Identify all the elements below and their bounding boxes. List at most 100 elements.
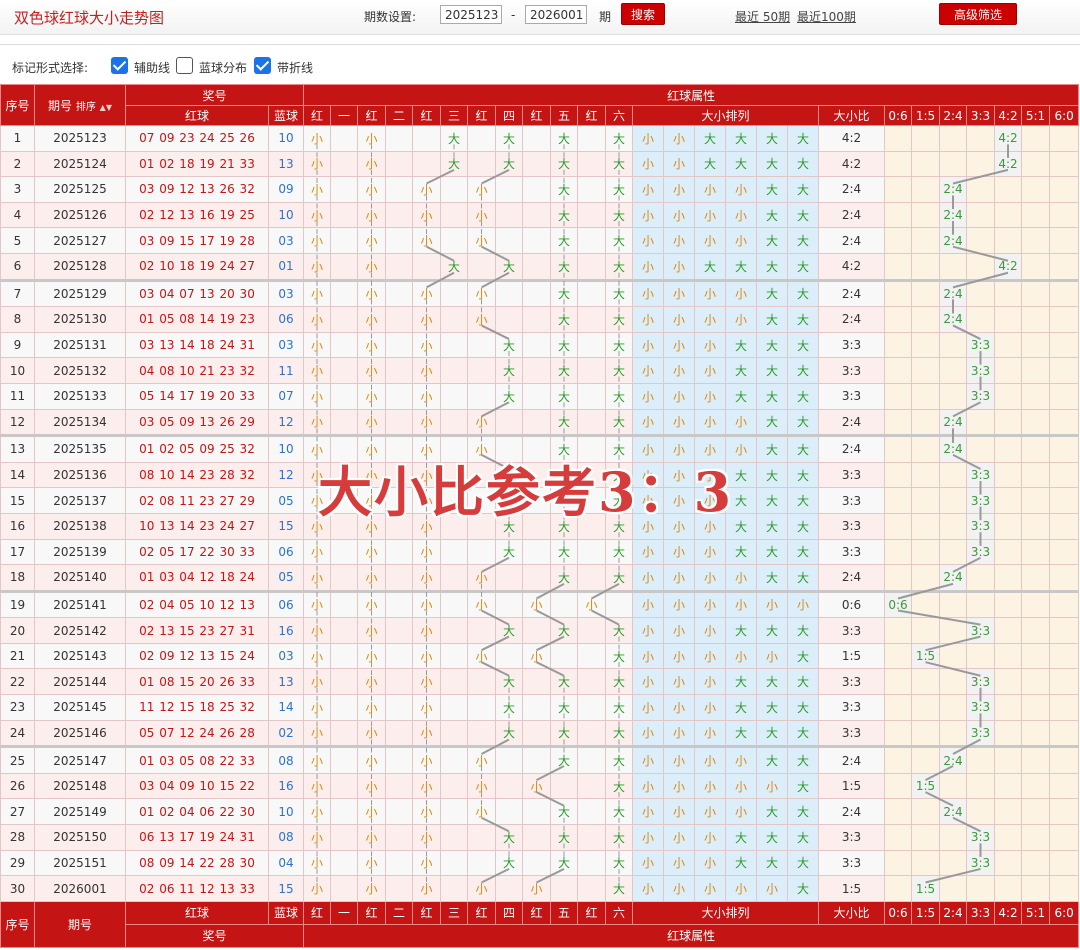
dist-cell-4: 4:2 bbox=[994, 150, 1023, 178]
pos-4-big-cell bbox=[550, 772, 579, 800]
col-pos-1: 一 bbox=[330, 105, 359, 126]
pos-0-big-cell bbox=[330, 227, 359, 254]
pos-1-big-cell bbox=[385, 512, 414, 540]
pos-2-big-cell bbox=[440, 772, 469, 800]
sort-label[interactable]: 排序 bbox=[76, 102, 96, 113]
dist-cell-1 bbox=[911, 617, 941, 644]
dist-cell-1: 1:5 bbox=[911, 772, 941, 800]
arrange-cell-3: 大 bbox=[725, 617, 758, 644]
pos-0-small-cell: 小 bbox=[303, 461, 332, 489]
dist-cell-6 bbox=[1049, 875, 1080, 902]
dist-cell-6 bbox=[1049, 331, 1080, 359]
arrange-cell-4: 小 bbox=[756, 642, 789, 670]
pos-0-small-cell: 小 bbox=[303, 252, 332, 281]
dist-cell-1 bbox=[911, 745, 941, 774]
pos-4-small-cell bbox=[522, 745, 552, 774]
dist-cell-1 bbox=[911, 461, 941, 489]
pos-4-small-cell bbox=[522, 694, 552, 721]
arrange-cell-2: 小 bbox=[694, 589, 727, 619]
arrange-cell-0: 小 bbox=[632, 487, 665, 514]
dist-cell-6 bbox=[1049, 487, 1080, 514]
period-to-input[interactable]: 2026001 bbox=[525, 5, 587, 24]
pos-0-small-cell: 小 bbox=[303, 201, 332, 229]
ratio-cell: 1:5 bbox=[818, 875, 886, 902]
arrange-cell-2: 小 bbox=[694, 382, 727, 410]
dist-cell-2 bbox=[939, 125, 968, 152]
red-balls-cell: 02 13 15 23 27 31 bbox=[125, 617, 269, 644]
aux-line-checkbox[interactable] bbox=[111, 57, 128, 74]
ratio-cell: 2:4 bbox=[818, 176, 886, 203]
period-from-input[interactable]: 2025123 bbox=[440, 5, 502, 24]
dist-cell-4 bbox=[994, 694, 1023, 721]
dist-cell-3 bbox=[966, 176, 996, 203]
red-balls-cell: 11 12 15 18 25 32 bbox=[125, 694, 269, 721]
search-button[interactable]: 搜索 bbox=[621, 3, 665, 25]
pos-2-small-cell: 小 bbox=[412, 564, 442, 592]
issue-cell: 2025139 bbox=[34, 538, 126, 566]
arrange-cell-3: 小 bbox=[725, 227, 758, 254]
blue-ball-cell: 06 bbox=[267, 538, 305, 566]
pos-4-small-cell bbox=[522, 849, 552, 877]
pos-1-small-cell: 小 bbox=[357, 617, 387, 644]
arrange-cell-3: 小 bbox=[725, 434, 758, 463]
arrange-cell-0: 小 bbox=[632, 461, 665, 489]
red-balls-cell: 01 02 05 09 25 32 bbox=[125, 434, 269, 463]
pos-4-small-cell: 小 bbox=[522, 589, 552, 619]
polyline-label[interactable]: 带折线 bbox=[277, 59, 313, 76]
pos-1-small-cell: 小 bbox=[357, 745, 387, 774]
advanced-filter-button[interactable]: 高级筛选 bbox=[939, 3, 1017, 25]
sort-arrows-icon[interactable]: ▲▼ bbox=[100, 103, 112, 112]
foot-pos-6: 红 bbox=[467, 900, 497, 925]
arrange-cell-3: 小 bbox=[725, 278, 758, 308]
pos-5-small-cell bbox=[577, 434, 607, 463]
seq-cell: 13 bbox=[0, 434, 35, 463]
blue-dist-label[interactable]: 蓝球分布 bbox=[199, 59, 247, 76]
ratio-cell: 3:3 bbox=[818, 487, 886, 514]
pos-5-big-cell: 大 bbox=[605, 306, 634, 333]
pos-0-small-cell: 小 bbox=[303, 357, 332, 384]
arrange-cell-4: 大 bbox=[756, 617, 789, 644]
seq-cell: 29 bbox=[0, 849, 35, 877]
pos-4-small-cell bbox=[522, 382, 552, 410]
pos-4-big-cell bbox=[550, 642, 579, 670]
pos-3-big-cell bbox=[495, 772, 524, 800]
pos-5-small-cell bbox=[577, 798, 607, 826]
aux-line-label[interactable]: 辅助线 bbox=[134, 59, 170, 76]
arrange-cell-3: 大 bbox=[725, 694, 758, 721]
pos-1-big-cell bbox=[385, 719, 414, 748]
dist-cell-3 bbox=[966, 772, 996, 800]
pos-5-big-cell: 大 bbox=[605, 227, 634, 254]
dist-cell-0 bbox=[884, 434, 913, 463]
pos-3-big-cell bbox=[495, 408, 524, 437]
pos-3-small-cell bbox=[467, 125, 497, 152]
pos-0-small-cell: 小 bbox=[303, 694, 332, 721]
arrange-cell-0: 小 bbox=[632, 875, 665, 902]
pos-5-big-cell: 大 bbox=[605, 331, 634, 359]
arrange-cell-5: 大 bbox=[787, 849, 820, 877]
pos-2-big-cell bbox=[440, 306, 469, 333]
blue-ball-cell: 11 bbox=[267, 357, 305, 384]
pos-4-big-cell bbox=[550, 589, 579, 619]
polyline-checkbox[interactable] bbox=[254, 57, 271, 74]
ratio-cell: 3:3 bbox=[818, 382, 886, 410]
dist-cell-5 bbox=[1021, 772, 1051, 800]
top-toolbar: 双色球红球大小走势图 期数设置: 2025123 - 2026001 期 搜索 … bbox=[0, 0, 1080, 35]
arrange-cell-3: 小 bbox=[725, 642, 758, 670]
pos-2-small-cell: 小 bbox=[412, 278, 442, 308]
dist-cell-2: 2:4 bbox=[939, 564, 968, 592]
ratio-cell: 2:4 bbox=[818, 798, 886, 826]
dist-cell-1 bbox=[911, 694, 941, 721]
pos-2-big-cell bbox=[440, 357, 469, 384]
col-issue[interactable]: 期号 排序 ▲▼ bbox=[34, 84, 126, 126]
arrange-cell-3: 大 bbox=[725, 512, 758, 540]
issue-cell: 2025123 bbox=[34, 125, 126, 152]
col-pos-3: 二 bbox=[385, 105, 414, 126]
col-pos-8: 红 bbox=[522, 105, 552, 126]
recent-50-link[interactable]: 最近 50期 bbox=[735, 8, 790, 25]
pos-3-small-cell: 小 bbox=[467, 745, 497, 774]
col-pos-6: 红 bbox=[467, 105, 497, 126]
pos-4-small-cell bbox=[522, 512, 552, 540]
table-row: 20 2025142 02 13 15 23 27 31 16 小小小大大大小小小大大大… bbox=[0, 617, 1080, 644]
recent-100-link[interactable]: 最近100期 bbox=[797, 8, 856, 25]
blue-dist-checkbox[interactable] bbox=[176, 57, 193, 74]
